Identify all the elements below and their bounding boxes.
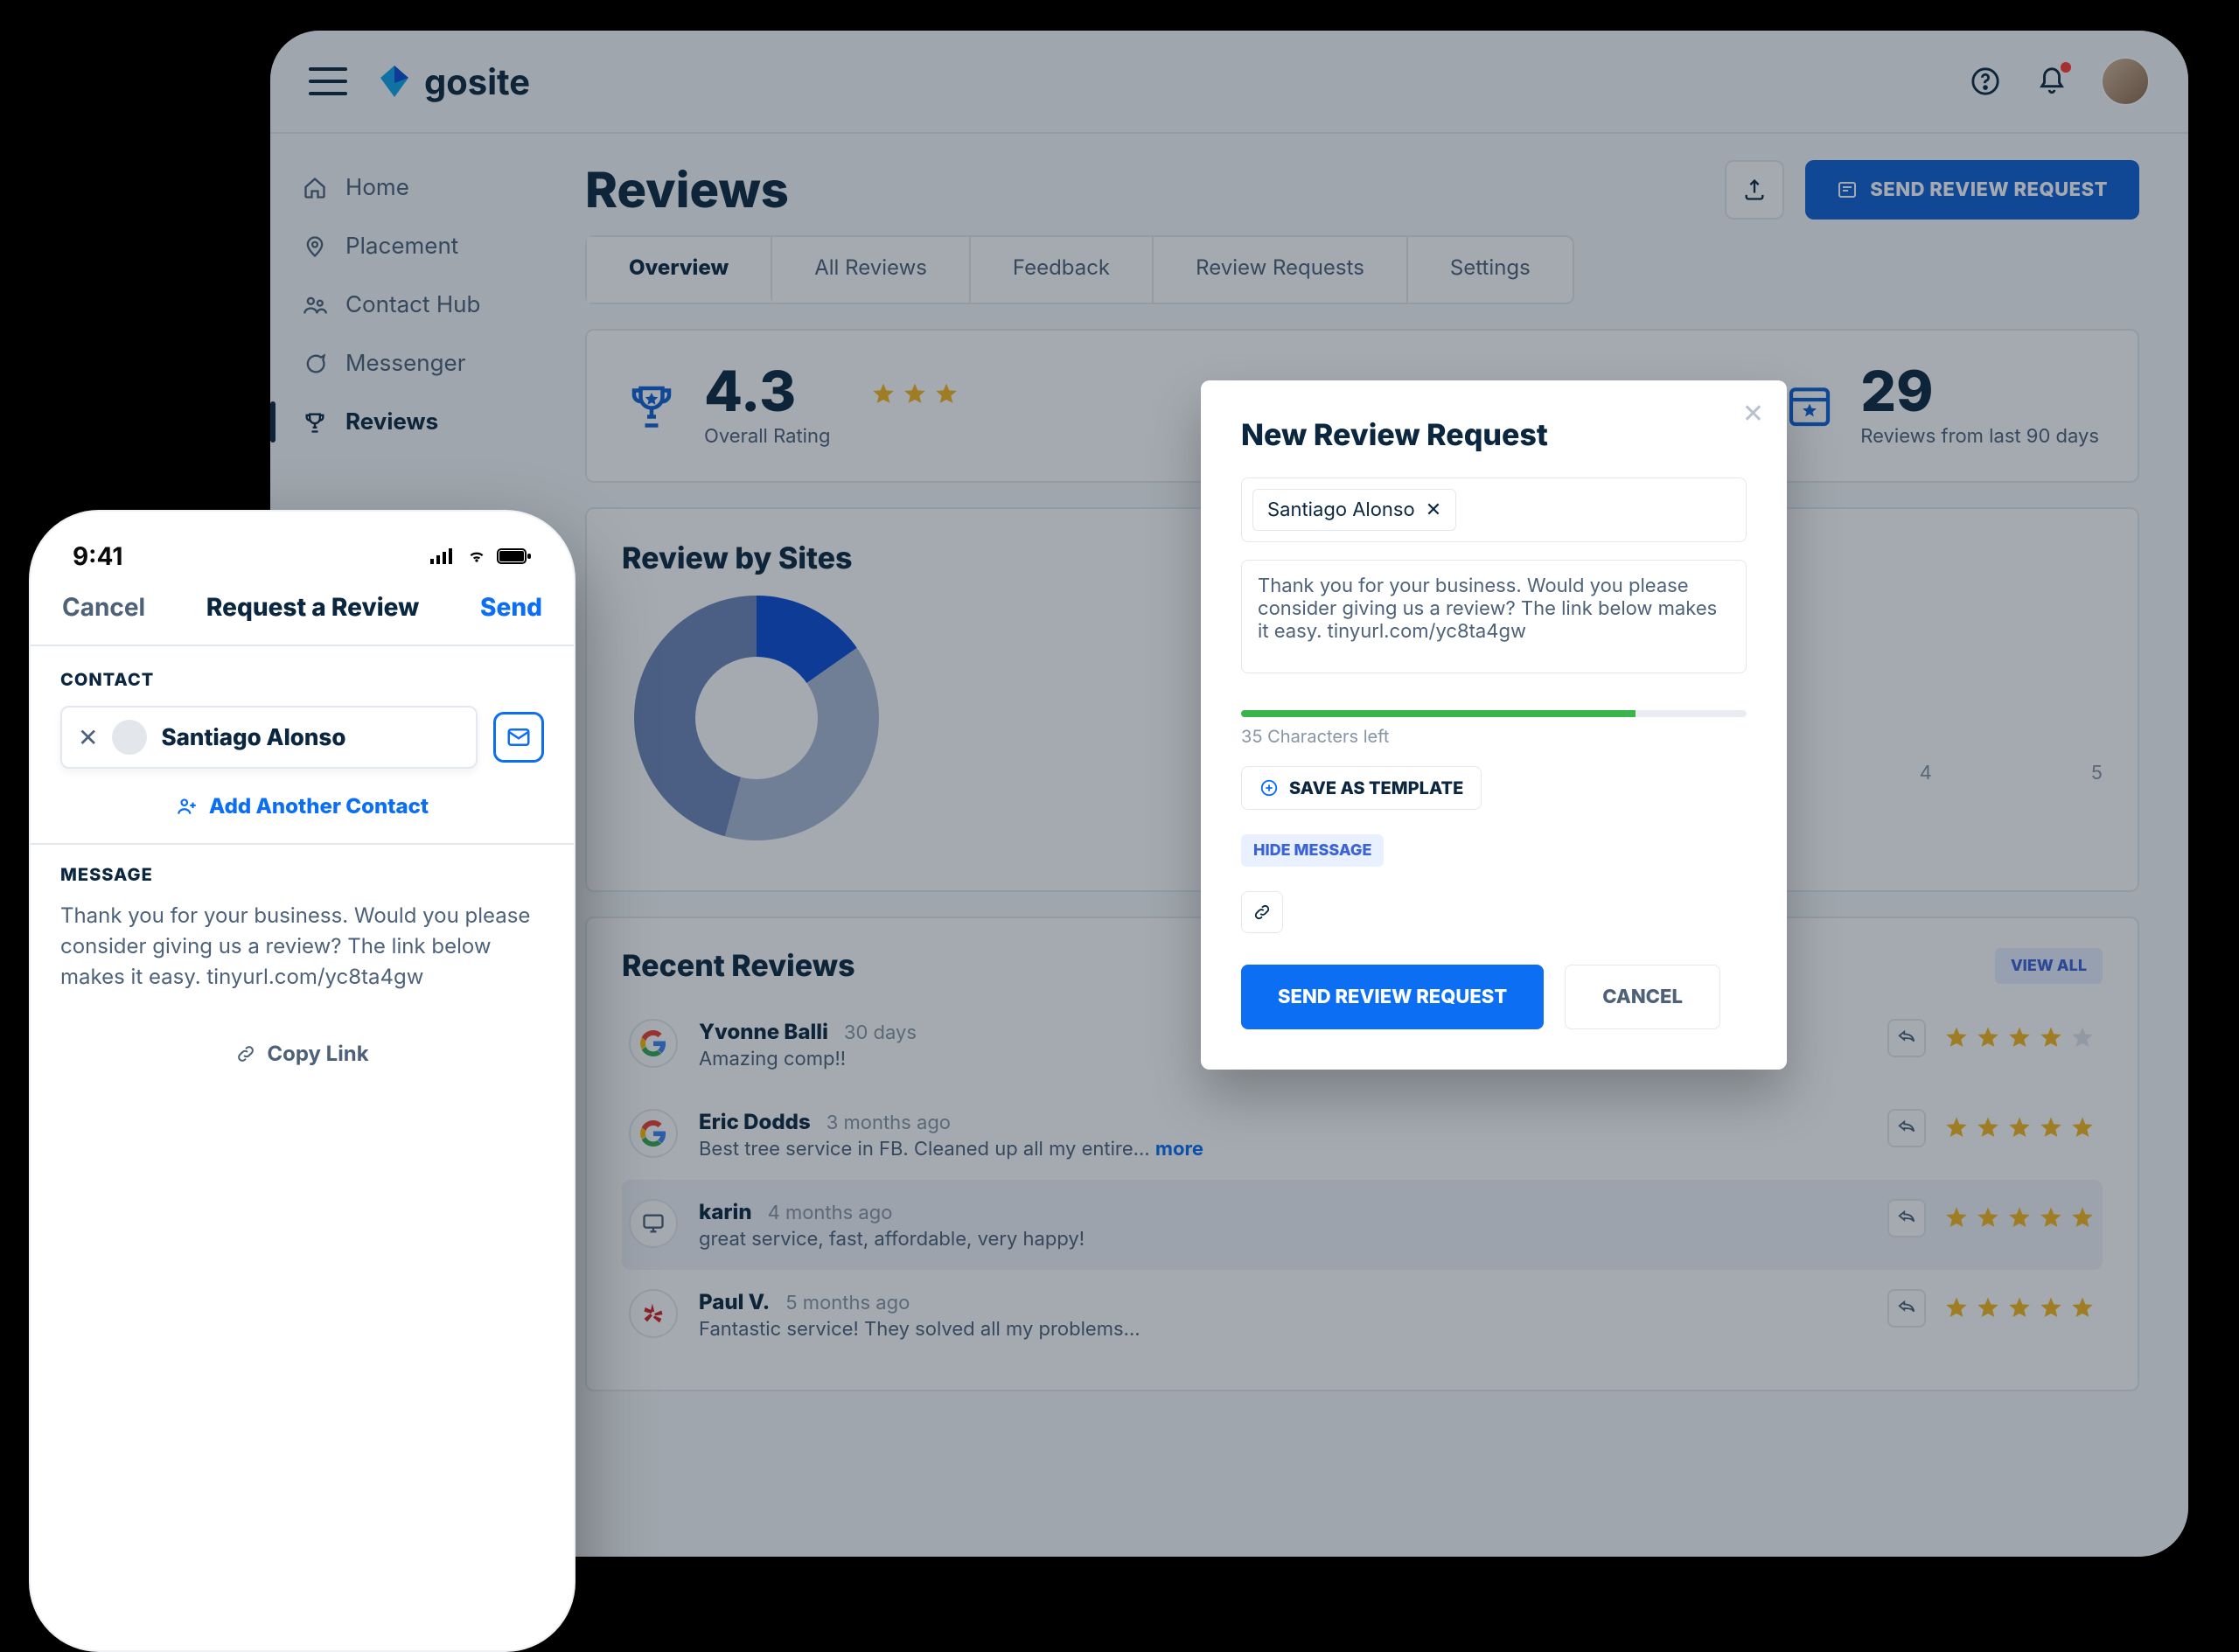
link-icon [235,1043,256,1064]
save-as-template-label: SAVE AS TEMPLATE [1289,777,1463,798]
modal-send-button[interactable]: SEND REVIEW REQUEST [1241,965,1544,1029]
recipient-field[interactable]: Santiago Alonso ✕ [1241,477,1747,542]
recipient-chip[interactable]: Santiago Alonso ✕ [1252,489,1456,531]
contact-avatar [112,720,147,755]
phone-send-button[interactable]: Send [480,592,542,622]
close-icon[interactable]: ✕ [1742,398,1764,429]
add-another-contact-button[interactable]: Add Another Contact [60,793,544,819]
contact-card[interactable]: ✕ Santiago Alonso [60,706,478,769]
message-label: MESSAGE [60,864,544,885]
phone-mock: 9:41 Cancel Request a Review Send CONTAC… [29,510,575,1652]
new-review-request-modal: ✕ New Review Request Santiago Alonso ✕ T… [1201,380,1787,1070]
person-plus-icon [176,795,199,818]
add-another-label: Add Another Contact [209,793,429,819]
modal-cancel-button[interactable]: CANCEL [1565,965,1720,1029]
modal-title: New Review Request [1241,417,1747,453]
phone-title: Request a Review [206,592,419,622]
hide-message-button[interactable]: HIDE MESSAGE [1241,834,1384,867]
phone-message-text[interactable]: Thank you for your business. Would you p… [60,901,544,992]
message-textarea[interactable]: Thank you for your business. Would you p… [1241,560,1747,673]
recipient-name: Santiago Alonso [1267,498,1415,521]
email-channel-toggle[interactable] [493,712,544,763]
plus-circle-icon [1259,778,1279,798]
remove-contact-icon[interactable]: ✕ [78,722,98,752]
save-as-template-button[interactable]: SAVE AS TEMPLATE [1241,766,1482,810]
chip-remove-icon[interactable]: ✕ [1426,498,1441,521]
mail-icon [506,724,532,750]
phone-time: 9:41 [73,541,122,571]
copy-link-label: Copy Link [267,1041,368,1066]
cellular-icon [430,548,457,564]
link-icon [1252,903,1272,922]
status-bar: 9:41 [31,512,574,580]
copy-link-button[interactable] [1241,891,1283,933]
phone-nav: Cancel Request a Review Send [31,580,574,646]
battery-icon [497,547,532,565]
phone-cancel-button[interactable]: Cancel [62,592,145,622]
char-meter [1241,710,1747,717]
contact-label: CONTACT [60,669,544,690]
wifi-icon [465,547,488,565]
characters-left: 35 Characters left [1241,726,1747,747]
copy-link-button[interactable]: Copy Link [60,1041,544,1066]
contact-name: Santiago Alonso [161,724,345,751]
